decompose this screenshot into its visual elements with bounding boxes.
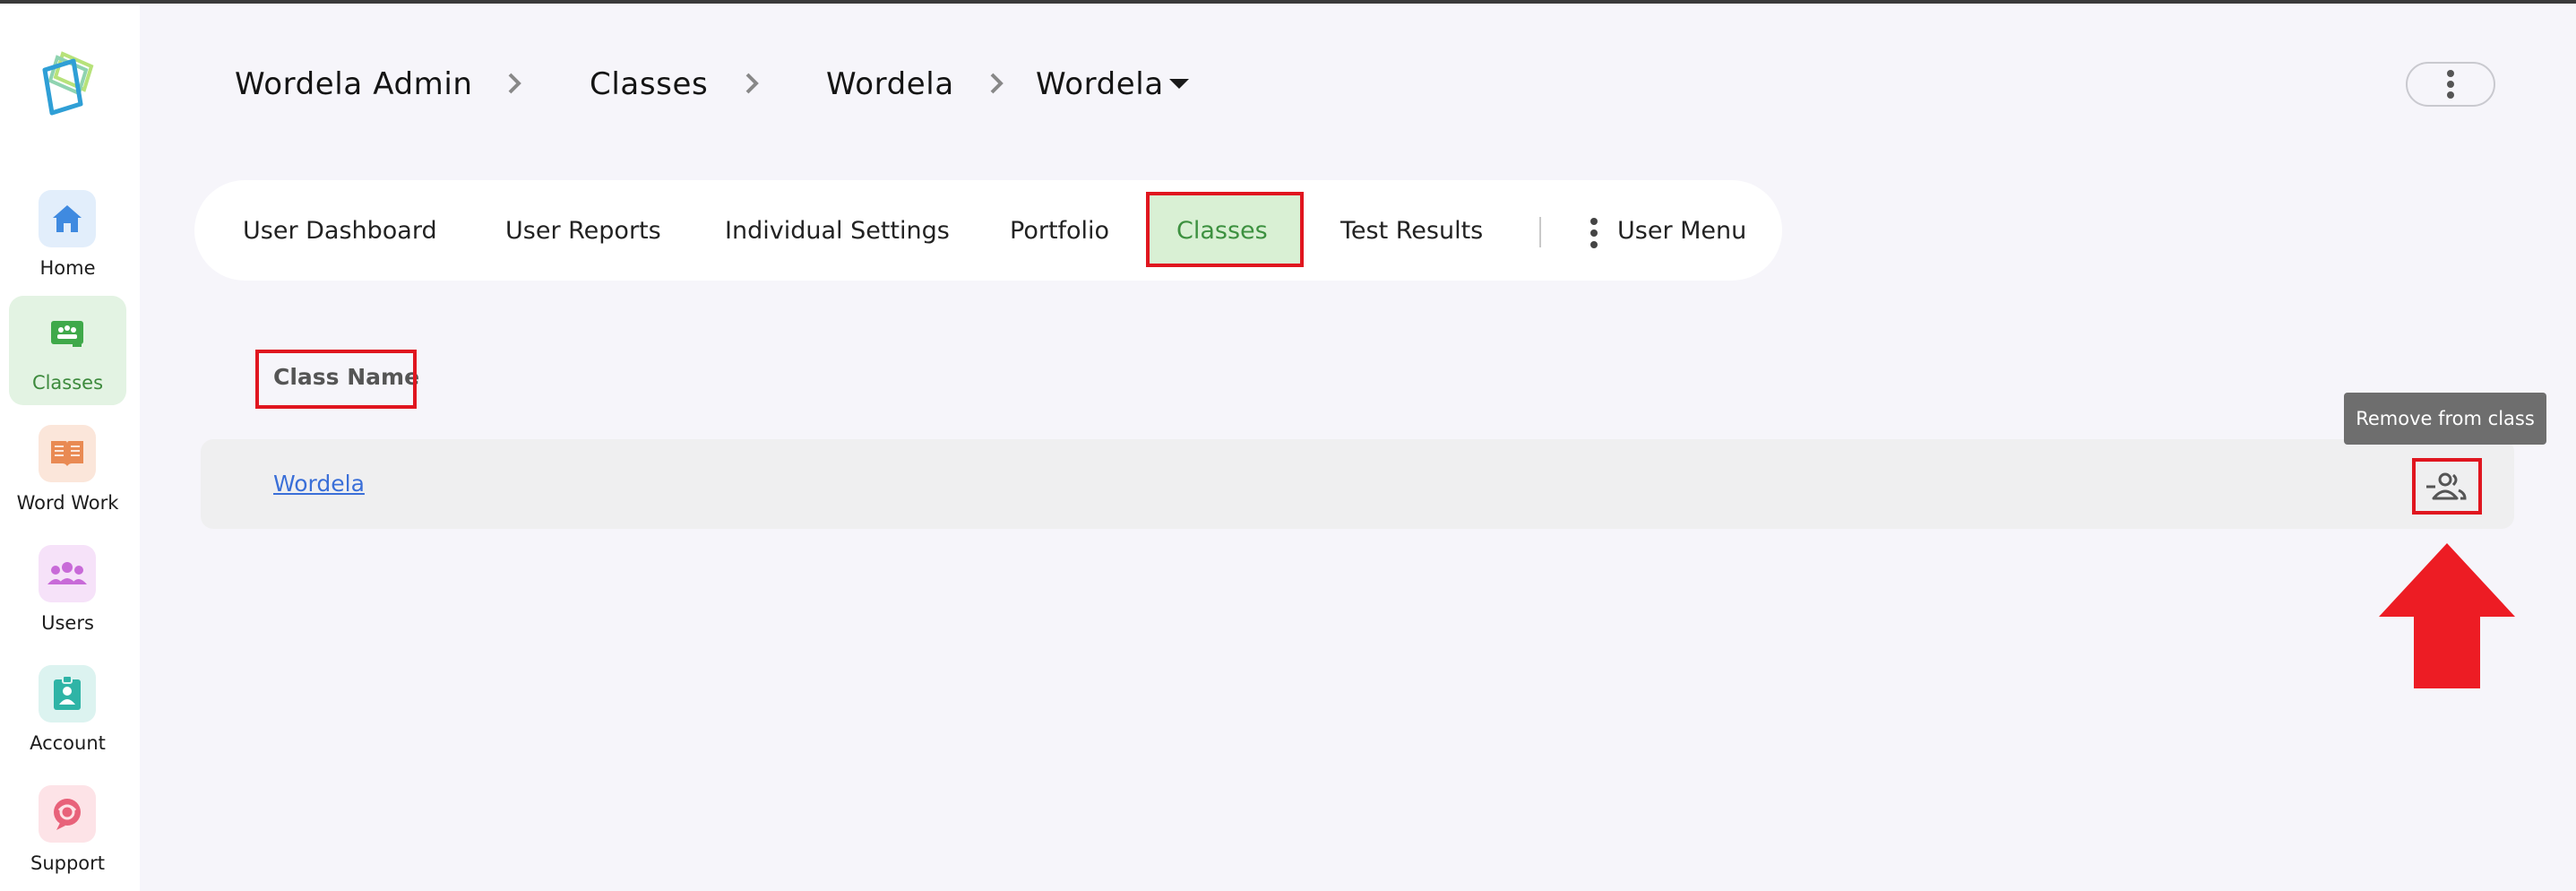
sidebar-item-label: Account — [30, 732, 106, 754]
sidebar-item-label: Users — [41, 612, 94, 634]
sidebar-item-support[interactable]: Support — [9, 776, 126, 886]
wordela-logo — [42, 51, 94, 116]
more-options-button[interactable] — [2406, 62, 2495, 107]
account-badge-icon — [39, 665, 96, 722]
sidebar: Home Classes Word Work Users Account Sup… — [0, 4, 140, 891]
sidebar-item-word-work[interactable]: Word Work — [9, 416, 126, 525]
classroom-icon — [39, 305, 96, 362]
chevron-right-icon — [508, 73, 521, 94]
tab-test-results[interactable]: Test Results — [1340, 217, 1483, 245]
tab-user-dashboard[interactable]: User Dashboard — [243, 217, 437, 245]
tab-user-menu[interactable]: User Menu — [1617, 217, 1746, 245]
chevron-right-icon — [745, 73, 759, 94]
more-vertical-icon — [2447, 70, 2454, 99]
breadcrumb-item-admin[interactable]: Wordela Admin — [235, 66, 473, 102]
more-vertical-icon[interactable] — [1590, 217, 1598, 249]
users-icon — [39, 545, 96, 602]
table-row — [201, 439, 2514, 529]
class-name-link[interactable]: Wordela — [273, 471, 365, 497]
highlight-box-column-header — [255, 350, 417, 409]
highlight-box-remove-button — [2412, 458, 2482, 515]
sidebar-item-account[interactable]: Account — [9, 656, 126, 766]
highlight-box-classes-tab — [1146, 192, 1304, 267]
breadcrumb-dropdown-user[interactable]: Wordela — [1036, 66, 1164, 102]
tab-portfolio[interactable]: Portfolio — [1010, 217, 1109, 245]
sidebar-item-home[interactable]: Home — [9, 181, 126, 290]
caret-down-icon[interactable] — [1169, 79, 1189, 89]
home-icon — [39, 190, 96, 247]
sidebar-item-classes[interactable]: Classes — [9, 296, 126, 405]
window-top-border — [0, 0, 2576, 4]
book-icon — [39, 425, 96, 482]
sidebar-item-users[interactable]: Users — [9, 536, 126, 645]
tab-user-reports[interactable]: User Reports — [505, 217, 661, 245]
breadcrumb-item-classes[interactable]: Classes — [590, 66, 708, 102]
tab-divider — [1539, 217, 1541, 247]
support-icon — [39, 785, 96, 843]
sidebar-item-label: Classes — [31, 372, 104, 394]
sidebar-item-label: Word Work — [16, 492, 119, 514]
chevron-right-icon — [990, 73, 1004, 94]
annotation-arrow-up-icon — [2379, 543, 2515, 688]
tooltip-remove-from-class: Remove from class — [2344, 393, 2546, 445]
breadcrumb-item-class[interactable]: Wordela — [826, 66, 954, 102]
tab-individual-settings[interactable]: Individual Settings — [725, 217, 950, 245]
sidebar-item-label: Home — [39, 257, 96, 279]
sidebar-item-label: Support — [30, 852, 105, 874]
